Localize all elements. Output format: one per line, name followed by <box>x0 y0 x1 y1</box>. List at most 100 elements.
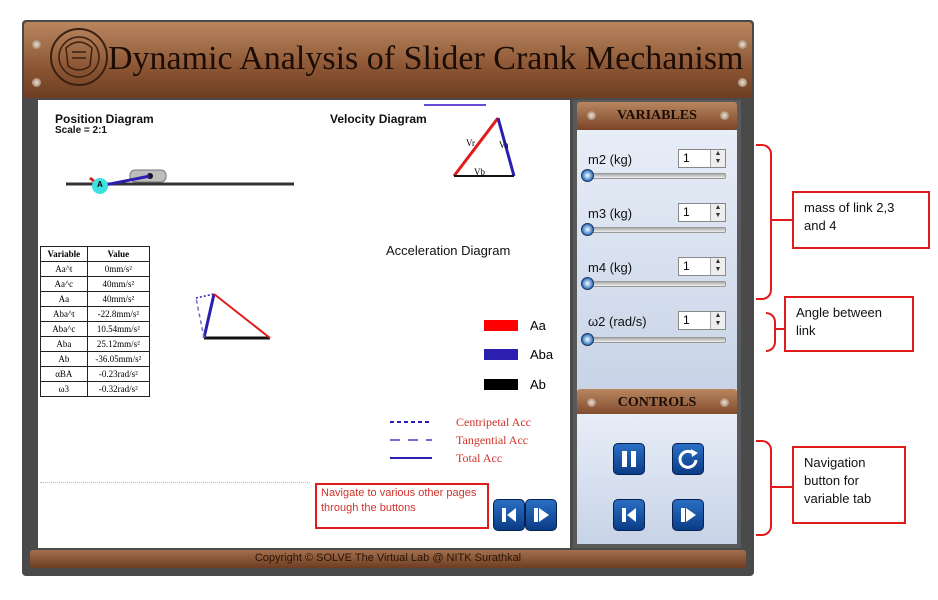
rivet-icon <box>720 111 729 120</box>
table-cell-value: -0.32rad/s² <box>86 381 151 397</box>
legend-total: Total Acc <box>456 451 503 465</box>
pause-button[interactable] <box>613 443 645 475</box>
table-row: Aba 25.12mm/s² <box>40 336 151 352</box>
m4-value: 1 <box>683 259 690 273</box>
content-prev-button[interactable] <box>493 499 525 531</box>
table-row: Aa 40mm/s² <box>40 291 151 307</box>
position-diagram <box>66 169 294 194</box>
content-next-button[interactable] <box>525 499 557 531</box>
step-forward-icon <box>534 508 549 522</box>
omega2-value: 1 <box>683 313 690 327</box>
step-back-icon <box>502 508 516 522</box>
omega2-stepper[interactable]: 1 ▲ ▼ <box>678 311 726 330</box>
table-cell-variable: Aba <box>40 336 88 352</box>
table-cell-variable: αBA <box>40 366 88 382</box>
legend-label-aba: Aba <box>530 347 554 362</box>
dotted-area <box>40 482 310 545</box>
next-button[interactable] <box>672 499 704 531</box>
table-cell-value: 40mm/s² <box>86 291 151 307</box>
m3-slider[interactable] <box>584 227 726 233</box>
annotation-angle: Angle between link <box>784 296 914 352</box>
pause-icon <box>622 451 636 467</box>
table-row: αBA -0.23rad/s² <box>40 366 151 382</box>
omega2-slider[interactable] <box>584 337 726 343</box>
spinner-arrows-icon[interactable]: ▲ ▼ <box>710 204 725 221</box>
table-cell-variable: Aba^t <box>40 306 88 322</box>
rivet-icon <box>32 78 41 87</box>
table-cell-variable: Aba^c <box>40 321 88 337</box>
table-row: Ab -36.05mm/s² <box>40 351 151 367</box>
table-cell-variable: Aa^c <box>40 276 88 292</box>
footer-bar: Copyright © SOLVE The Virtual Lab @ NITK… <box>30 550 746 568</box>
velocity-diagram <box>452 117 516 177</box>
legend-centripetal: Centripetal Acc <box>456 415 531 429</box>
legend-tangential: Tangential Acc <box>456 433 529 447</box>
m4-slider-knob[interactable] <box>581 277 594 290</box>
variable-table: Variable Value Aa^t 0mm/s² Aa^c 40mm/s² Aa 40… <box>40 246 151 397</box>
m3-slider-knob[interactable] <box>581 223 594 236</box>
rivet-icon <box>32 40 41 49</box>
m2-slider-knob[interactable] <box>581 169 594 182</box>
table-cell-value: -0.23rad/s² <box>86 366 151 382</box>
spinner-arrows-icon[interactable]: ▲ ▼ <box>710 312 725 329</box>
table-header-variable: Variable <box>40 246 88 262</box>
m2-value: 1 <box>683 151 690 165</box>
table-cell-value: -22.8mm/s² <box>86 306 151 322</box>
variable-label-m2: m2 (kg) <box>588 152 633 167</box>
velocity-diagram-heading: Velocity Diagram <box>330 112 427 126</box>
m3-stepper[interactable]: 1 ▲ ▼ <box>678 203 726 222</box>
legend-swatch-aa <box>484 320 518 331</box>
omega2-slider-knob[interactable] <box>581 333 594 346</box>
table-cell-value: 10.54mm/s² <box>86 321 151 337</box>
m2-stepper[interactable]: 1 ▲ ▼ <box>678 149 726 168</box>
angle-bracket <box>766 312 776 352</box>
previous-button[interactable] <box>613 499 645 531</box>
annotation-mass: mass of link 2,3 and 4 <box>792 191 930 249</box>
table-header-value: Value <box>86 246 151 262</box>
m3-value: 1 <box>683 205 690 219</box>
rivet-icon <box>738 78 747 87</box>
step-back-icon <box>622 508 636 522</box>
velocity-label-vb: Vb <box>474 167 485 177</box>
navigation-connector <box>771 486 793 488</box>
annotation-navigation: Navigation button for variable tab <box>792 446 906 524</box>
table-cell-value: 0mm/s² <box>86 261 151 277</box>
table-cell-variable: Aa <box>40 291 88 307</box>
table-row: Aba^t -22.8mm/s² <box>40 306 151 322</box>
nitk-logo-icon <box>50 28 108 86</box>
rivet-icon <box>587 111 596 120</box>
table-row: Aba^c 10.54mm/s² <box>40 321 151 337</box>
table-cell-variable: Aa^t <box>40 261 88 277</box>
variable-label-m3: m3 (kg) <box>588 206 633 221</box>
navigation-bracket <box>756 440 772 536</box>
table-cell-value: -36.05mm/s² <box>86 351 151 367</box>
rivet-icon <box>720 398 729 407</box>
spinner-arrows-icon[interactable]: ▲ ▼ <box>710 258 725 275</box>
variables-header: VARIABLES <box>577 102 737 130</box>
mass-connector <box>771 219 793 221</box>
acceleration-diagram <box>195 293 271 340</box>
m4-slider[interactable] <box>584 281 726 287</box>
controls-body <box>577 414 737 544</box>
page-title: Dynamic Analysis of Slider Crank Mechani… <box>108 40 744 77</box>
table-cell-variable: Ab <box>40 351 88 367</box>
table-cell-variable: ω3 <box>40 381 88 397</box>
velocity-underline <box>424 104 486 106</box>
step-forward-icon <box>681 508 696 522</box>
controls-header: CONTROLS <box>577 389 737 417</box>
table-row: ω3 -0.32rad/s² <box>40 381 151 397</box>
table-cell-value: 40mm/s² <box>86 276 151 292</box>
variable-label-m4: m4 (kg) <box>588 260 633 275</box>
rivet-icon <box>587 398 596 407</box>
line-style-legend <box>390 421 432 459</box>
spinner-arrows-icon[interactable]: ▲ ▼ <box>710 150 725 167</box>
reset-button[interactable] <box>672 443 704 475</box>
m2-slider[interactable] <box>584 173 726 179</box>
copyright-text: Copyright © SOLVE The Virtual Lab @ NITK… <box>254 552 522 564</box>
acceleration-diagram-heading: Acceleration Diagram <box>386 243 511 258</box>
legend-label-ab: Ab <box>530 377 546 392</box>
table-row: Aa^c 40mm/s² <box>40 276 151 292</box>
m4-stepper[interactable]: 1 ▲ ▼ <box>678 257 726 276</box>
table-row: Aa^t 0mm/s² <box>40 261 151 277</box>
variable-label-omega2: ω2 (rad/s) <box>588 314 647 329</box>
